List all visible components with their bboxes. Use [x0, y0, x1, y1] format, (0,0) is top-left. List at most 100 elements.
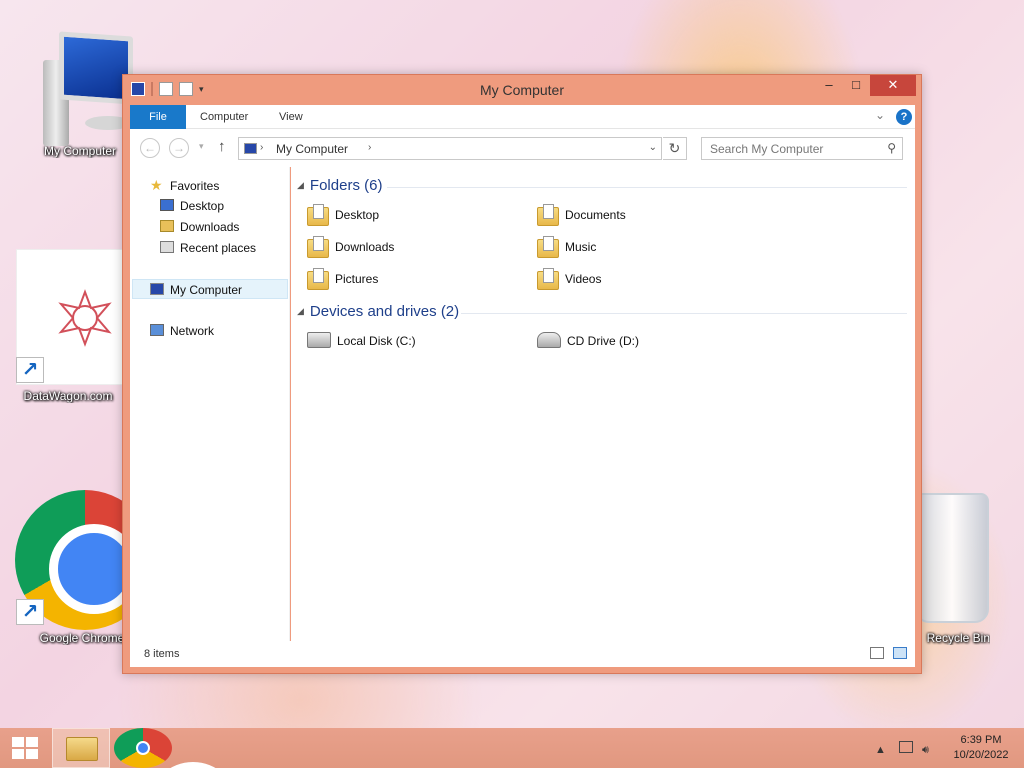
- clock-time: 6:39 PM: [960, 734, 1002, 746]
- collapse-triangle-icon[interactable]: ◢: [297, 306, 304, 316]
- folder-label: Desktop: [335, 208, 380, 222]
- nav-favorites[interactable]: ★ Favorites: [150, 175, 219, 195]
- videos-folder-icon: [537, 267, 559, 290]
- collapse-triangle-icon[interactable]: ◢: [297, 180, 304, 190]
- network-icon: [150, 324, 164, 336]
- nav-item-recent-places[interactable]: Recent places: [160, 238, 256, 258]
- star-icon: ★: [150, 177, 163, 193]
- address-dropdown-icon[interactable]: ⌄: [649, 142, 657, 153]
- search-input[interactable]: Search My Computer ⚲: [701, 137, 903, 160]
- nav-label: Recent places: [180, 241, 257, 255]
- network-status-icon[interactable]: [898, 741, 913, 753]
- documents-folder-icon: [537, 203, 559, 226]
- downloads-folder-icon: [307, 235, 329, 258]
- hard-drive-icon: [307, 332, 331, 348]
- nav-label: Network: [170, 324, 215, 338]
- taskbar-explorer-button[interactable]: [52, 728, 110, 768]
- search-placeholder: Search My Computer: [710, 142, 824, 156]
- shortcut-arrow-icon: ↗: [16, 357, 44, 383]
- ribbon: File Computer View ⌄ ?: [130, 105, 915, 129]
- forward-button[interactable]: →: [169, 138, 189, 158]
- desktop-icon-datawagon[interactable]: DataWagon.com: [8, 389, 128, 403]
- nav-label: Desktop: [180, 199, 225, 213]
- group-header-devices[interactable]: ◢ Devices and drives (2): [297, 303, 459, 320]
- computer-icon: [150, 283, 164, 295]
- system-tray: ▲ 🔊︎: [875, 741, 929, 757]
- datawagon-logo-icon: [58, 289, 112, 347]
- show-hidden-icons-icon[interactable]: ▲: [875, 744, 886, 756]
- back-button[interactable]: ←: [140, 138, 160, 158]
- divider: [387, 187, 907, 188]
- minimize-button[interactable]: –: [816, 75, 842, 96]
- shortcut-arrow-icon: ↗: [16, 599, 44, 625]
- nav-label: My Computer: [170, 283, 243, 297]
- pictures-folder-icon: [307, 267, 329, 290]
- navigation-pane: ★ Favorites Desktop Downloads Recent plac…: [130, 167, 290, 641]
- content-pane: ◢ Folders (6) Desktop Documents Downloads…: [291, 167, 915, 641]
- folder-item-documents[interactable]: Documents: [537, 201, 626, 229]
- folder-label: Pictures: [335, 272, 379, 286]
- expand-ribbon-chevron-icon[interactable]: ⌄: [875, 108, 885, 122]
- folder-label: Documents: [565, 208, 626, 222]
- drive-label: CD Drive (D:): [567, 334, 639, 348]
- details-view-icon[interactable]: [870, 647, 884, 659]
- start-button[interactable]: [12, 737, 38, 759]
- recent-places-icon: [160, 241, 174, 253]
- computer-icon: [244, 143, 257, 154]
- taskbar: ▲ 🔊︎ 6:39 PM 10/20/2022: [0, 728, 1024, 768]
- refresh-button[interactable]: ↻: [663, 137, 687, 160]
- desktop-icon-label: DataWagon.com: [23, 389, 113, 403]
- music-folder-icon: [537, 235, 559, 258]
- group-header-folders[interactable]: ◢ Folders (6): [297, 177, 382, 194]
- address-bar[interactable]: › My Computer › ⌄: [238, 137, 662, 160]
- nav-label: Downloads: [180, 220, 240, 234]
- search-icon[interactable]: ⚲: [887, 141, 896, 155]
- help-icon[interactable]: ?: [896, 109, 912, 125]
- tab-computer[interactable]: Computer: [200, 105, 248, 129]
- tab-file[interactable]: File: [130, 105, 186, 129]
- maximize-button[interactable]: □: [843, 75, 869, 96]
- large-icons-view-icon[interactable]: [893, 647, 907, 659]
- recycle-bin-icon[interactable]: [915, 493, 989, 623]
- folder-label: Videos: [565, 272, 602, 286]
- breadcrumb-separator[interactable]: ›: [368, 142, 371, 153]
- drive-item-cd-drive[interactable]: CD Drive (D:): [537, 327, 639, 355]
- drive-label: Local Disk (C:): [337, 334, 416, 348]
- group-label: Folders (6): [309, 177, 383, 194]
- taskbar-chrome-button[interactable]: [114, 728, 238, 768]
- title-bar[interactable]: ▾ My Computer – □ ✕: [123, 75, 921, 105]
- clock-date: 10/20/2022: [953, 749, 1009, 761]
- recent-locations-dropdown-icon[interactable]: ▾: [199, 141, 204, 152]
- divider: [461, 313, 907, 314]
- group-label: Devices and drives (2): [309, 303, 460, 320]
- folder-item-desktop[interactable]: Desktop: [307, 201, 379, 229]
- folder-item-downloads[interactable]: Downloads: [307, 233, 394, 261]
- navigation-bar: ← → ▾ ↑ › My Computer › ⌄ ↻ Search My Co…: [130, 129, 915, 167]
- downloads-icon: [160, 220, 174, 232]
- drive-item-local-disk[interactable]: Local Disk (C:): [307, 327, 416, 355]
- status-bar: 8 items: [130, 641, 915, 667]
- breadcrumb-my-computer[interactable]: My Computer: [276, 142, 348, 156]
- volume-icon[interactable]: 🔊︎: [922, 744, 929, 756]
- folder-item-pictures[interactable]: Pictures: [307, 265, 378, 293]
- nav-item-downloads[interactable]: Downloads: [160, 217, 239, 237]
- nav-item-my-computer[interactable]: My Computer: [132, 279, 288, 299]
- desktop-icon: [160, 199, 174, 211]
- close-button[interactable]: ✕: [870, 75, 916, 96]
- folder-item-music[interactable]: Music: [537, 233, 596, 261]
- nav-item-desktop[interactable]: Desktop: [160, 196, 224, 216]
- desktop-folder-icon: [307, 203, 329, 226]
- clock[interactable]: 6:39 PM 10/20/2022: [948, 733, 1014, 763]
- computer-icon: [25, 30, 135, 146]
- nav-label: Favorites: [170, 179, 220, 193]
- folder-item-videos[interactable]: Videos: [537, 265, 601, 293]
- folder-label: Music: [565, 240, 597, 254]
- breadcrumb-separator[interactable]: ›: [260, 142, 263, 153]
- nav-item-network[interactable]: Network: [150, 321, 214, 341]
- up-button[interactable]: ↑: [218, 138, 226, 155]
- file-explorer-icon: [66, 737, 98, 761]
- folder-label: Downloads: [335, 240, 395, 254]
- cd-drive-icon: [537, 332, 561, 348]
- item-count: 8 items: [144, 648, 180, 660]
- tab-view[interactable]: View: [279, 105, 303, 129]
